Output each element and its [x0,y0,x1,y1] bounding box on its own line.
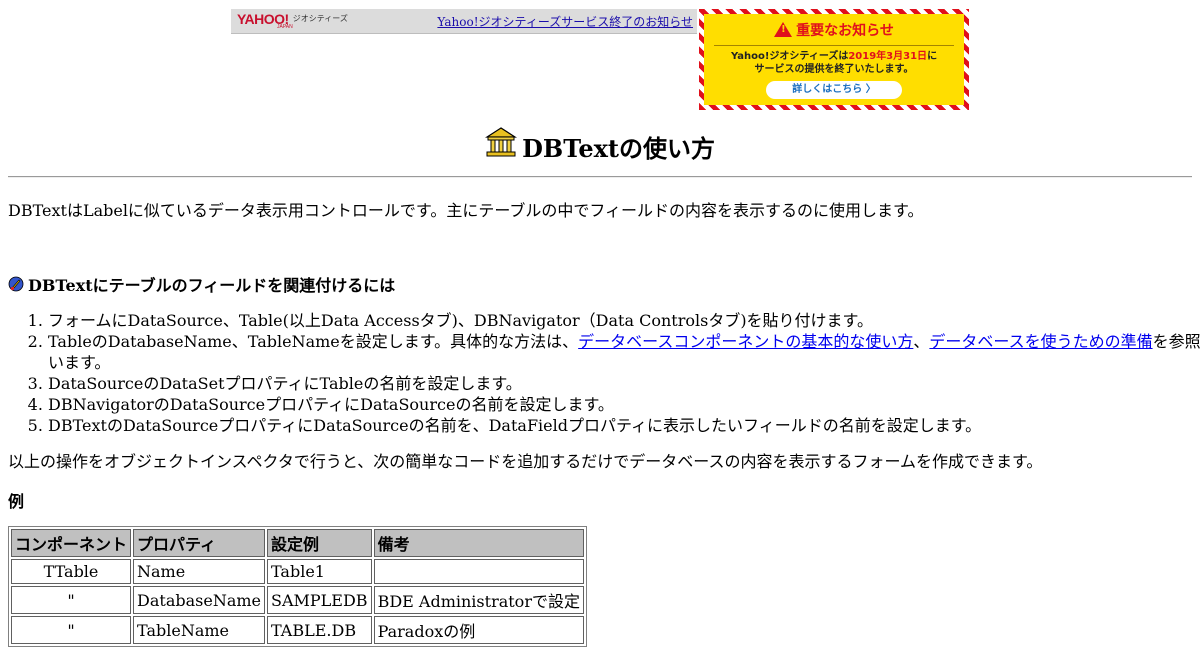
warning-icon [774,22,793,37]
rocket-icon [8,276,24,292]
step-item: DBTextのDataSourceプロパティにDataSourceの名前を、Da… [48,415,1200,436]
yahoo-logo[interactable]: YAHOO! ジオシティーズ JAPAN [237,11,348,30]
table-header: 備考 [373,529,584,557]
yahoo-logo-sub: ジオシティーズ [292,14,348,23]
step2-text-pre: TableのDatabaseName、TableNameを設定します。具体的な方… [48,332,579,351]
table-header: コンポーネント [11,529,132,557]
table-cell: BDE Administratorで設定 [373,586,584,614]
notice-end-date: 2019年3月31日 [848,51,928,62]
table-cell: " [11,616,132,644]
step2-separator: 、 [913,332,930,351]
notice-title: 重要なお知らせ [704,20,964,40]
step-item: フォームにDataSource、Table(以上Data Accessタブ)、D… [48,310,1200,331]
step-item: TableのDatabaseName、TableNameを設定します。具体的な方… [48,331,1200,373]
page-title: DBTextの使い方 [0,126,1200,172]
service-end-notice-link[interactable]: Yahoo!ジオシティーズサービス終了のお知らせ [437,13,693,30]
table-cell: " [11,586,132,614]
table-cell: Paradoxの例 [373,616,584,644]
notice-line1-post: に [927,51,938,62]
db-preparation-link[interactable]: データベースを使うための準備 [929,332,1152,351]
table-row: " TableName TABLE.DB Paradoxの例 [11,616,584,644]
title-divider [8,176,1192,178]
table-cell [373,559,584,584]
table-header: プロパティ [133,529,265,557]
building-icon [485,127,518,157]
yahoo-logo-japan: JAPAN [277,24,293,30]
section-heading-text: DBTextにテーブルのフィールドを関連付けるには [28,276,396,295]
step-item: DBNavigatorのDataSourceプロパティにDataSourceの名… [48,394,1200,415]
settings-table: コンポーネント プロパティ 設定例 備考 TTable Name Table1 … [8,526,587,647]
notice-line2: サービスの提供を終了いたします。 [754,64,914,75]
table-cell: DatabaseName [133,586,265,614]
table-cell: TTable [11,559,132,584]
notice-divider [714,45,954,46]
notice-details-button[interactable]: 詳しくはこちら 〉 [766,81,902,99]
table-row: " DatabaseName SAMPLEDB BDE Administrato… [11,586,584,614]
table-header-row: コンポーネント プロパティ 設定例 備考 [11,529,584,557]
table-cell: TABLE.DB [267,616,372,644]
example-label: 例 [8,492,25,511]
table-cell: TableName [133,616,265,644]
step-item: DataSourceのDataSetプロパティにTableの名前を設定します。 [48,373,1200,394]
summary-paragraph: 以上の操作をオブジェクトインスペクタで行うと、次の簡単なコードを追加するだけでデ… [8,452,1043,471]
table-row: TTable Name Table1 [11,559,584,584]
notice-line1-pre: Yahoo!ジオシティーズは [730,51,849,62]
notice-title-text: 重要なお知らせ [796,23,894,39]
steps-list: フォームにDataSource、Table(以上Data Accessタブ)、D… [8,310,1200,436]
intro-text: DBTextはLabelに似ているデータ表示用コントロールです。主にテーブルの中… [8,201,924,220]
table-cell: SAMPLEDB [267,586,372,614]
important-notice-banner[interactable]: 重要なお知らせ Yahoo!ジオシティーズは2019年3月31日に サービスの提… [699,9,969,110]
table-cell: Table1 [267,559,372,584]
notice-inner: 重要なお知らせ Yahoo!ジオシティーズは2019年3月31日に サービスの提… [704,14,964,105]
notice-body: Yahoo!ジオシティーズは2019年3月31日に サービスの提供を終了いたしま… [704,50,964,76]
section-heading: DBTextにテーブルのフィールドを関連付けるには [8,272,395,296]
db-component-basics-link[interactable]: データベースコンポーネントの基本的な使い方 [578,332,913,351]
table-header: 設定例 [267,529,372,557]
page-title-text: DBTextの使い方 [522,134,715,163]
yahoo-geocities-bar: YAHOO! ジオシティーズ JAPAN Yahoo!ジオシティーズサービス終了の… [231,9,697,34]
table-cell: Name [133,559,265,584]
